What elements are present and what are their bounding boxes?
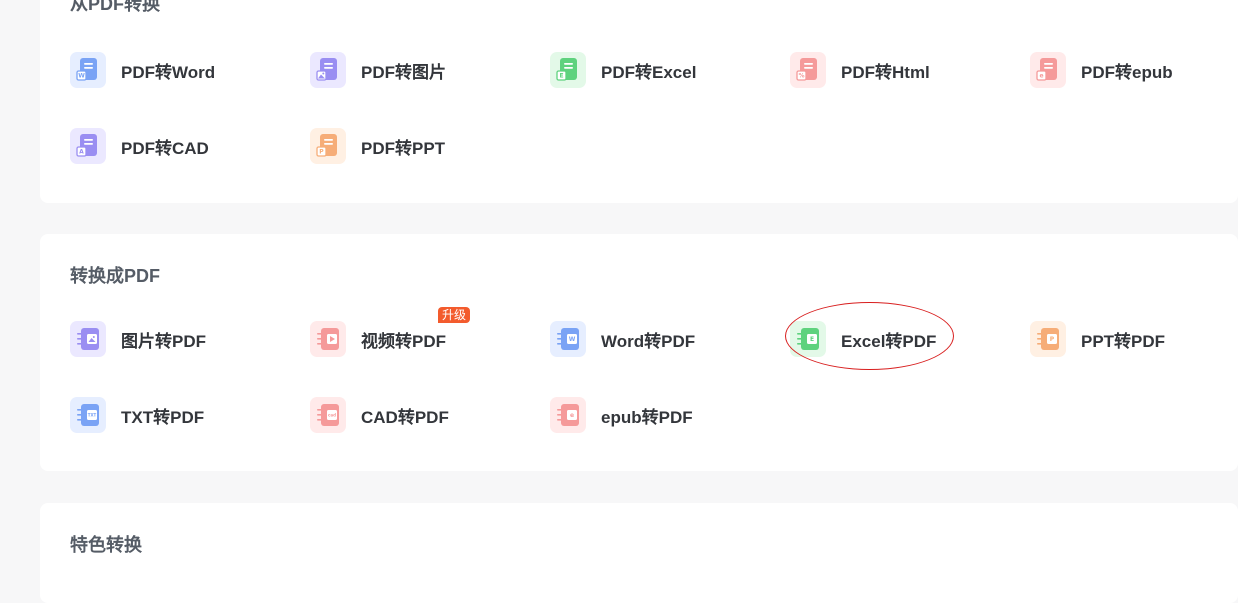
svg-text:P: P bbox=[319, 149, 324, 156]
tool-label: PDF转PPT bbox=[361, 138, 446, 158]
pdf-to-excel-icon: E bbox=[550, 52, 586, 88]
tool-label: PDF转Html bbox=[841, 62, 930, 82]
section-title-from-pdf: 从PDF转换 bbox=[70, 0, 160, 14]
tool-label: TXT转PDF bbox=[121, 407, 205, 427]
tool-pdf-to-word[interactable]: W PDF转Word bbox=[70, 50, 300, 90]
excel-to-pdf-icon: E bbox=[790, 321, 826, 357]
svg-text:TXT: TXT bbox=[88, 412, 97, 417]
svg-text:%: % bbox=[798, 73, 804, 80]
tool-label: PDF转epub bbox=[1081, 62, 1173, 82]
cad-to-pdf-icon: cad bbox=[310, 397, 346, 433]
pdf-to-html-icon: % bbox=[790, 52, 826, 88]
svg-text:E: E bbox=[559, 73, 563, 80]
tool-image-to-pdf[interactable]: 图片转PDF bbox=[70, 319, 300, 359]
svg-text:e: e bbox=[1039, 73, 1043, 80]
tool-label: Word转PDF bbox=[601, 331, 696, 351]
video-to-pdf-icon bbox=[310, 321, 346, 357]
tool-pdf-to-image[interactable]: PDF转图片 bbox=[310, 50, 540, 90]
tool-pdf-to-html[interactable]: % PDF转Html bbox=[790, 50, 1020, 90]
txt-to-pdf-icon: TXT bbox=[70, 397, 106, 433]
featured-section: 特色转换 bbox=[40, 503, 1238, 603]
tool-pdf-to-excel[interactable]: E PDF转Excel bbox=[550, 50, 780, 90]
tool-label: PDF转CAD bbox=[121, 138, 209, 158]
tool-label: 图片转PDF bbox=[121, 331, 206, 351]
tool-cad-to-pdf[interactable]: cad CAD转PDF bbox=[310, 395, 540, 435]
tool-video-to-pdf[interactable]: 视频转PDF 升级 bbox=[310, 307, 540, 359]
svg-text:E: E bbox=[810, 336, 814, 343]
tool-label: epub转PDF bbox=[601, 407, 693, 427]
word-to-pdf-icon: W bbox=[550, 321, 586, 357]
pdf-to-image-icon bbox=[310, 52, 346, 88]
pdf-to-word-icon: W bbox=[70, 52, 106, 88]
tool-excel-to-pdf[interactable]: E Excel转PDF bbox=[790, 319, 1020, 359]
image-to-pdf-icon bbox=[70, 321, 106, 357]
tool-txt-to-pdf[interactable]: TXT TXT转PDF bbox=[70, 395, 300, 435]
ppt-to-pdf-icon: P bbox=[1030, 321, 1066, 357]
pdf-to-epub-icon: e bbox=[1030, 52, 1066, 88]
tool-label: Excel转PDF bbox=[841, 331, 937, 351]
svg-text:e: e bbox=[570, 412, 574, 419]
upgrade-badge: 升级 bbox=[438, 307, 471, 323]
from-pdf-section: 从PDF转换 bbox=[40, 0, 1238, 203]
section-title-to-pdf: 转换成PDF bbox=[70, 266, 160, 286]
epub-to-pdf-icon: e bbox=[550, 397, 586, 433]
tool-label: PDF转Excel bbox=[601, 62, 697, 82]
tool-label: PDF转图片 bbox=[361, 62, 446, 82]
svg-text:W: W bbox=[78, 73, 85, 80]
tool-label: 视频转PDF bbox=[361, 331, 446, 351]
tool-pdf-to-cad[interactable]: A PDF转CAD bbox=[70, 126, 300, 166]
svg-text:cad: cad bbox=[328, 412, 336, 417]
section-title-featured: 特色转换 bbox=[70, 535, 142, 555]
tool-word-to-pdf[interactable]: W Word转PDF bbox=[550, 319, 780, 359]
pdf-to-cad-icon: A bbox=[70, 128, 106, 164]
tool-pdf-to-ppt[interactable]: P PDF转PPT bbox=[310, 126, 540, 166]
tool-ppt-to-pdf[interactable]: P PPT转PDF bbox=[1030, 319, 1238, 359]
tool-label: PDF转Word bbox=[121, 62, 216, 82]
tool-epub-to-pdf[interactable]: e epub转PDF bbox=[550, 395, 780, 435]
svg-text:W: W bbox=[569, 336, 576, 343]
tool-pdf-to-epub[interactable]: e PDF转epub bbox=[1030, 50, 1238, 90]
pdf-to-ppt-icon: P bbox=[310, 128, 346, 164]
svg-text:P: P bbox=[1050, 336, 1055, 343]
tool-label: CAD转PDF bbox=[361, 407, 449, 427]
svg-text:A: A bbox=[79, 149, 84, 156]
tool-label: PPT转PDF bbox=[1081, 331, 1166, 351]
